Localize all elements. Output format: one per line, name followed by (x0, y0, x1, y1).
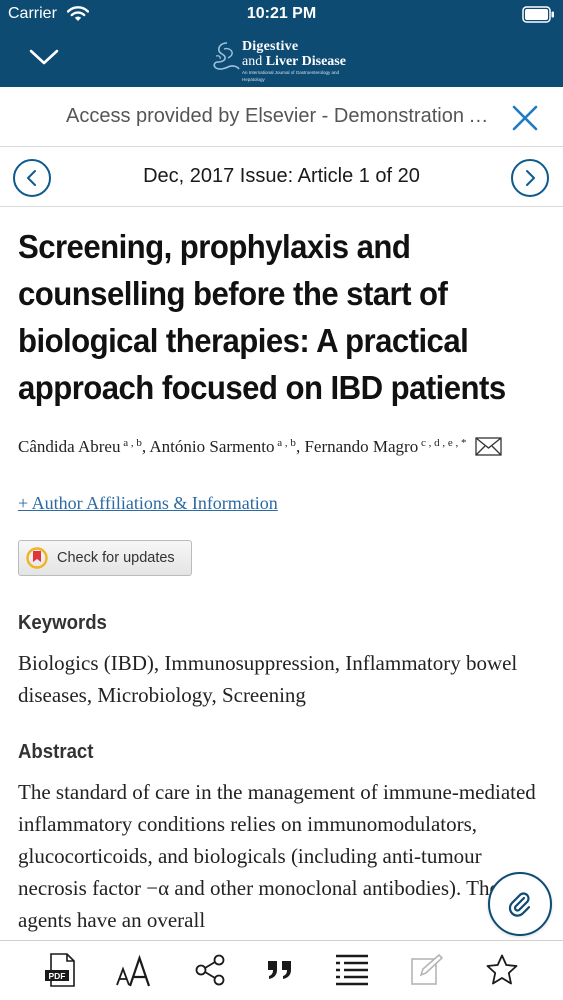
svg-text:PDF: PDF (49, 971, 66, 981)
clock: 10:21 PM (246, 5, 317, 22)
close-icon (512, 105, 538, 131)
journal-logo: Digestive and Liver Disease An Internati… (210, 36, 360, 82)
abstract-text: The standard of care in the management o… (18, 780, 536, 932)
note-icon (411, 953, 443, 985)
next-article-button[interactable] (511, 159, 549, 197)
share-button[interactable] (190, 949, 230, 991)
pdf-button[interactable]: PDF (40, 949, 80, 991)
supplementary-material-button[interactable] (488, 872, 552, 936)
journal-name: Digestive and Liver Disease An Internati… (242, 39, 360, 83)
nav-bar: Digestive and Liver Disease An Internati… (0, 30, 563, 87)
issue-article-label: Dec, 2017 Issue: Article 1 of 20 (143, 165, 420, 187)
access-banner: Access provided by Elsevier - Demonstrat… (0, 87, 563, 147)
paperclip-icon (508, 892, 531, 917)
author-name[interactable]: Cândida Abreu (18, 437, 120, 456)
check-for-updates-button[interactable]: Check for updates (18, 540, 192, 576)
author-list: Cândida Abreu a , b, António Sarmento a … (18, 428, 548, 462)
bottom-toolbar: PDF (0, 940, 563, 1000)
article-content[interactable]: Screening, prophylaxis and counselling b… (18, 210, 548, 940)
author-name[interactable]: Fernando Magro (304, 437, 418, 456)
keywords-list: Biologics (IBD), Immunosuppression, Infl… (18, 651, 518, 707)
note-button[interactable] (406, 949, 446, 991)
issue-navigation: Dec, 2017 Issue: Article 1 of 20 (0, 147, 563, 207)
digestive-organ-logo-icon (213, 42, 240, 70)
crossmark-icon (26, 547, 48, 569)
bookmark-button[interactable] (482, 949, 522, 991)
author-affiliations-link[interactable]: + Author Affiliations & Information (18, 493, 278, 514)
author-affiliation-marks: a , b (277, 437, 296, 449)
check-for-updates-label: Check for updates (57, 550, 175, 566)
battery-icon (522, 6, 554, 23)
abstract-heading: Abstract (18, 741, 94, 763)
article-title: Screening, prophylaxis and counselling b… (18, 229, 506, 407)
star-icon (486, 954, 518, 985)
pdf-icon: PDF (45, 953, 75, 987)
cite-button[interactable] (260, 949, 300, 991)
quote-icon (268, 961, 291, 979)
journal-tagline: An International Journal of Gastroentero… (242, 70, 340, 82)
author-affiliation-marks: a , b (123, 437, 142, 449)
share-icon (195, 954, 225, 986)
keywords-heading: Keywords (18, 612, 107, 634)
close-banner-button[interactable] (508, 101, 542, 135)
chevron-down-icon (29, 49, 59, 65)
chevron-right-icon (526, 170, 535, 186)
status-bar: Carrier 10:21 PM (0, 0, 563, 30)
email-icon[interactable] (475, 437, 502, 456)
author-name[interactable]: António Sarmento (149, 437, 274, 456)
text-size-icon (116, 954, 151, 987)
author-affiliation-marks: c , d , e , * (420, 437, 467, 449)
app-header: Carrier 10:21 PM Digestive and Liver Dis… (0, 0, 563, 87)
outline-button[interactable] (332, 949, 372, 991)
text-size-button[interactable] (114, 949, 154, 991)
outline-icon (336, 954, 368, 986)
access-text: Access provided by Elsevier - Demonstrat… (66, 105, 496, 127)
collapse-button[interactable] (24, 40, 64, 74)
